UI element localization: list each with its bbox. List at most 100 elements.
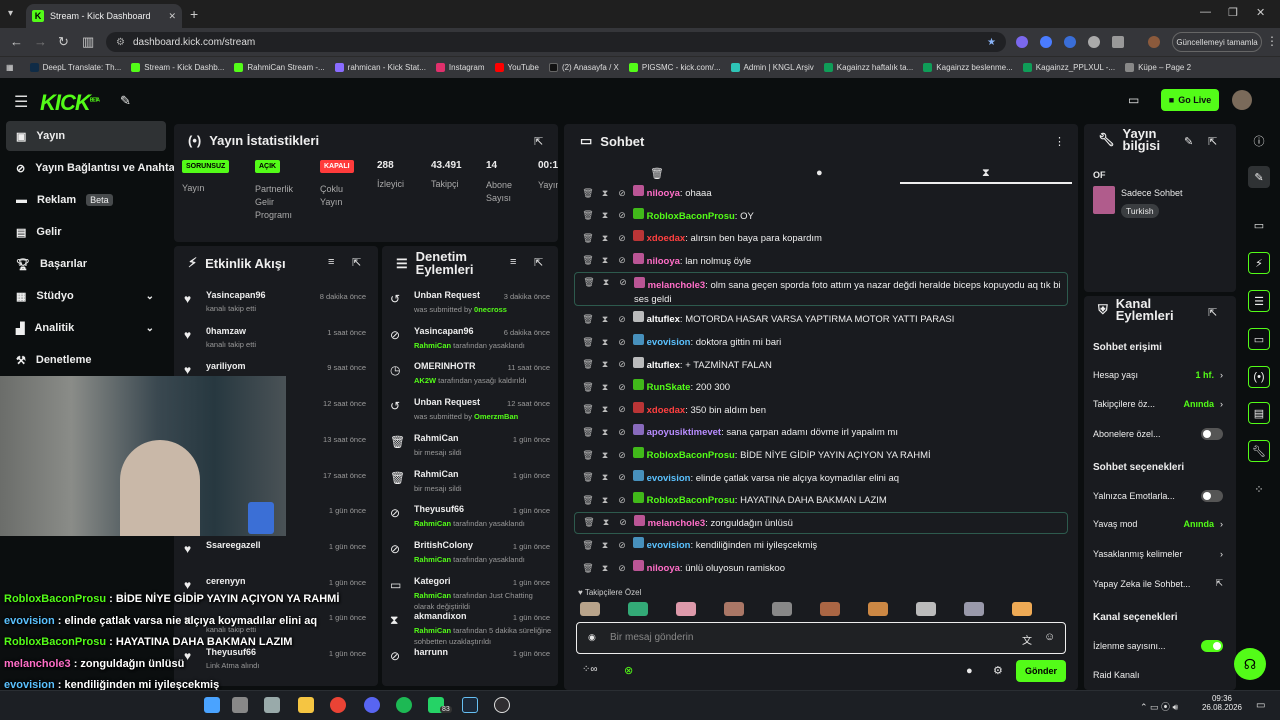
bookmark-item[interactable]: (2) Anasayfa / X [548, 63, 619, 72]
reload-icon[interactable]: ↻ [58, 34, 69, 50]
chat-username[interactable]: nilooya [647, 256, 680, 267]
address-bar[interactable]: ⚙ dashboard.kick.com/stream ★ [106, 32, 1006, 52]
back-icon[interactable]: ← [10, 34, 23, 49]
moderation-row[interactable]: 🗑︎ RahmiCan bir mesajı sildi 1 gün önce [384, 467, 554, 503]
trash-icon[interactable]: 🗑︎ [582, 188, 594, 199]
ban-icon[interactable]: ⊘ [616, 450, 628, 461]
ban-icon[interactable]: ⊘ [616, 233, 628, 244]
send-button[interactable]: Gönder [1016, 660, 1066, 682]
activity-row[interactable]: ♥ 0hamzaw kanalı takip etti 1 saat önce [178, 324, 374, 360]
ban-icon[interactable]: ⊘ [616, 563, 628, 574]
chat-message[interactable]: 🗑︎ ⧗ ⊘ xdoedax: 350 bin aldım ben [574, 399, 1068, 421]
chat-username[interactable]: evovision [647, 337, 691, 348]
hourglass-icon[interactable]: ⧗ [599, 255, 611, 266]
trash-icon[interactable]: 🗑︎ [582, 450, 594, 461]
close-window-icon[interactable]: ✕ [1256, 6, 1265, 19]
sidebar-item-stream-key[interactable]: ⊘ Yayın Bağlantısı ve Anahtarı [6, 153, 176, 183]
windows-start-icon[interactable] [204, 697, 220, 713]
chat-message[interactable]: 🗑︎ ⧗ ⊘ altuflex: MOTORDA HASAR VARSA YAP… [574, 308, 1068, 330]
tab-search-icon[interactable]: ▾ [8, 8, 13, 19]
bookmark-item[interactable]: Kagainzz haftalık ta... [823, 63, 913, 72]
bookmark-star-icon[interactable]: ★ [987, 37, 996, 48]
hourglass-icon[interactable]: ⧗ [600, 517, 612, 528]
sidebar-item-stream[interactable]: ▣ Yayın [6, 121, 166, 151]
emote-only-toggle[interactable] [1201, 490, 1223, 502]
more-options-icon[interactable]: ⋮ [1054, 135, 1065, 148]
steam-icon[interactable] [462, 697, 478, 713]
subs-only-setting[interactable]: Abonelere özel... [1093, 428, 1223, 440]
go-live-button[interactable]: ■ Go Live [1161, 89, 1219, 111]
forward-icon[interactable]: → [34, 34, 47, 49]
channel-actions-icon[interactable]: ▤ [1248, 402, 1270, 424]
ban-icon[interactable]: ⊘ [616, 427, 628, 438]
hourglass-icon[interactable]: ⧗ [599, 188, 611, 199]
emoji-icon[interactable]: ☺ [1044, 631, 1055, 643]
view-count-toggle[interactable] [1201, 640, 1223, 652]
ban-icon[interactable]: ⊘ [616, 495, 628, 506]
sidebar-item-achievements[interactable]: 🏆︎ Başarılar [6, 249, 166, 279]
moderation-row[interactable]: ⊘ BritishColony RahmiCan tarafından yasa… [384, 538, 554, 574]
info-icon[interactable]: ⓘ [1248, 130, 1270, 152]
activity-row[interactable]: ♥ Ssareegazell 1 gün önce [178, 538, 374, 574]
trash-icon[interactable]: 🗑︎ [582, 540, 594, 551]
extension-icon[interactable] [1088, 36, 1100, 48]
chat-username[interactable]: nilooya [647, 188, 680, 199]
moderation-row[interactable]: ↺ Unban Request was submitted by 0necros… [384, 288, 554, 324]
trash-icon[interactable]: 🗑︎ [582, 427, 594, 438]
chat-message[interactable]: 🗑︎ ⧗ ⊘ RobloxBaconProsu: HAYATINA DAHA B… [574, 489, 1068, 511]
chat-message[interactable]: 🗑︎ ⧗ ⊘ evovision: doktora gittin mi bari [574, 331, 1068, 353]
app-icon[interactable] [264, 697, 280, 713]
account-age-setting[interactable]: Hesap yaşı 1 hf. › [1093, 370, 1223, 380]
ban-icon[interactable]: ⊘ [616, 472, 628, 483]
broadcast-icon[interactable]: ▭ [1248, 214, 1270, 236]
kick-circle-icon[interactable]: ⊗ [624, 664, 633, 677]
extension-icon[interactable] [1040, 36, 1052, 48]
pin-icon[interactable]: ✎ [120, 93, 131, 109]
view-count-setting[interactable]: İzlenme sayısını... [1093, 640, 1223, 652]
banned-words-setting[interactable]: Yasaklanmış kelimeler › [1093, 549, 1223, 559]
chat-message[interactable]: 🗑︎ ⧗ ⊘ nilooya: ünlü oluyosun ramiskoo [574, 557, 1068, 579]
trash-icon[interactable]: 🗑︎ [583, 517, 595, 528]
ban-icon[interactable]: ⊘ [616, 337, 628, 348]
trash-icon[interactable]: 🗑︎ [650, 167, 664, 180]
task-view-icon[interactable] [232, 697, 248, 713]
trash-icon[interactable]: 🗑︎ [582, 404, 594, 415]
sidebar-item-analytics[interactable]: ▟ Analitik ⌄ [6, 313, 166, 343]
share-icon[interactable]: ⁘ [1248, 478, 1270, 500]
chat-icon[interactable]: ▭ [1248, 328, 1270, 350]
emote-icon[interactable] [628, 602, 648, 616]
hourglass-icon[interactable]: ⧗ [599, 472, 611, 483]
activity-row[interactable]: ♥ Theyusuf66 Link Atma alındı 1 gün önce [178, 645, 374, 681]
sidebar-item-revenue[interactable]: ▤ Gelir [6, 217, 166, 247]
hourglass-icon[interactable]: ⧗ [599, 337, 611, 348]
trash-icon[interactable]: 🗑︎ [583, 277, 595, 288]
chat-username[interactable]: altuflex [647, 314, 680, 325]
hourglass-icon[interactable]: ⧗ [599, 233, 611, 244]
sidebar-item-studio[interactable]: ▦ Stüdyo ⌄ [6, 281, 166, 311]
expand-icon[interactable]: ⇱ [1208, 306, 1217, 319]
lightning-icon[interactable]: ⚡︎ [1248, 252, 1270, 274]
trash-icon[interactable]: 🗑︎ [582, 472, 594, 483]
ban-icon[interactable]: ⊘ [616, 255, 628, 266]
discord-icon[interactable] [364, 697, 380, 713]
emote-icon[interactable] [1012, 602, 1032, 616]
list-icon[interactable]: ☰ [1248, 290, 1270, 312]
chat-message[interactable]: 🗑︎ ⧗ ⊘ nilooya: ohaaa [574, 182, 1068, 204]
bookmark-item[interactable]: Kagainzz beslenme... [923, 63, 1013, 72]
expand-icon[interactable]: ⇱ [1208, 135, 1217, 148]
chat-username[interactable]: evovision [647, 473, 691, 484]
chat-message[interactable]: 🗑︎ ⧗ ⊘ evovision: kendiliğinden mi iyile… [574, 534, 1068, 556]
chat-username[interactable]: RobloxBaconProsu [647, 211, 735, 222]
ban-icon[interactable]: ⊘ [616, 382, 628, 393]
moderation-row[interactable]: ⊘ Theyusuf66 RahmiCan tarafından yasakla… [384, 502, 554, 538]
emote-only-setting[interactable]: Yalnızca Emotlarla... [1093, 490, 1223, 502]
trash-icon[interactable]: 🗑︎ [582, 382, 594, 393]
extension-icon[interactable] [1016, 36, 1028, 48]
chat-mode-icon[interactable]: ◉ [588, 632, 596, 643]
ban-icon[interactable]: ⊘ [616, 188, 628, 199]
bookmark-item[interactable]: DeepL Translate: Th... [29, 63, 121, 72]
browser-tab[interactable]: K Stream - Kick Dashboard ✕ [26, 4, 182, 28]
chat-username[interactable]: xdoedax [647, 233, 686, 244]
sidepanel-icon[interactable]: ▥ [82, 34, 94, 50]
support-chat-button[interactable]: ☊ [1234, 648, 1266, 680]
